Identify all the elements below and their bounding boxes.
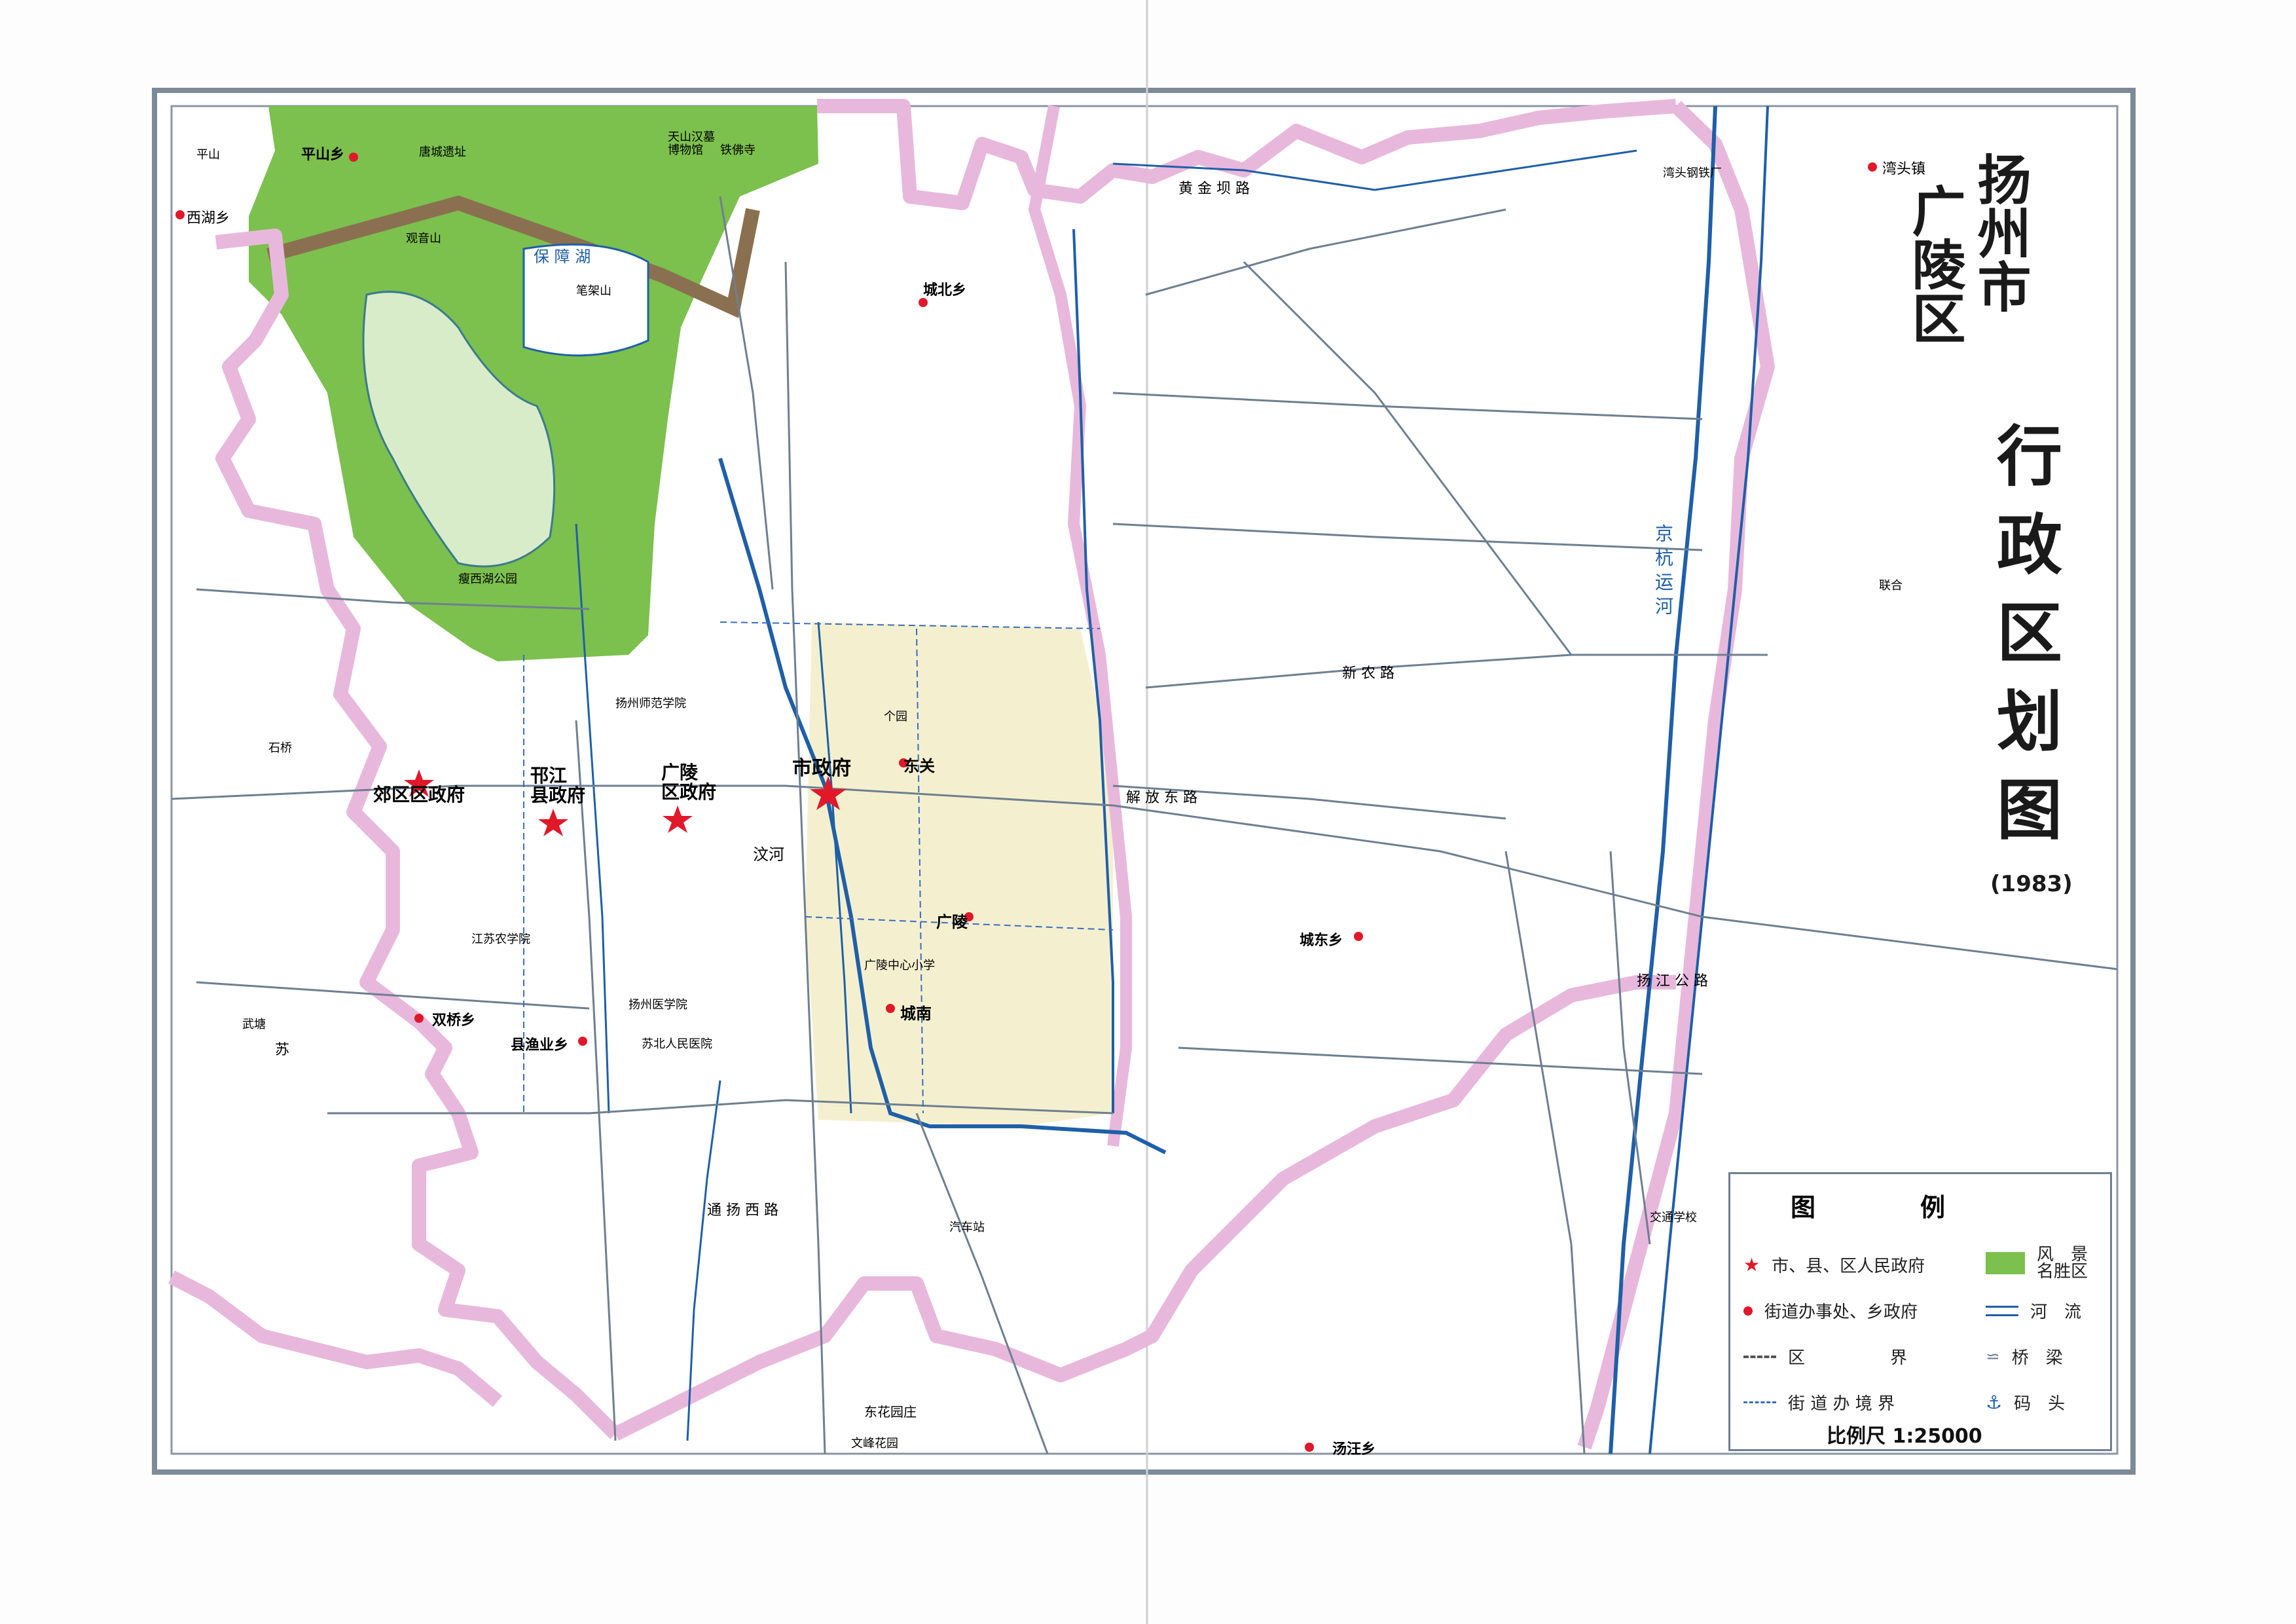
scenic-swatch-icon bbox=[1986, 1252, 2025, 1274]
label-guanyin: 观音山 bbox=[406, 232, 441, 246]
scale-text: 比例尺 1:25000 bbox=[1827, 1425, 1982, 1448]
legend-gov: ★ 市、县、区人民政府 bbox=[1743, 1253, 1925, 1277]
label-wenfeng: 文峰花园 bbox=[851, 1437, 898, 1450]
label-bus-station: 汽车站 bbox=[949, 1221, 985, 1234]
title-char-4: 划 bbox=[1997, 684, 2062, 760]
title-year: (1983) bbox=[1990, 871, 2073, 897]
legend-district: 区 界 bbox=[1743, 1344, 1907, 1369]
wantou-dot bbox=[1868, 162, 1877, 172]
label-guangling-mid: 广陵中心小学 bbox=[864, 959, 935, 972]
label-city-gov: 市政府 bbox=[792, 757, 851, 780]
chengbei-dot bbox=[919, 298, 928, 307]
label-xinnong-road: 新 农 路 bbox=[1342, 665, 1394, 682]
street-line-icon bbox=[1743, 1401, 1776, 1403]
label-guangling-gov: 广陵 区政府 bbox=[661, 762, 717, 803]
legend: 图例 ★ 市、县、区人民政府 街道办事处、乡政府 区 界 街 道 办 境 界 风… bbox=[1728, 1172, 2112, 1451]
label-pingshan: 平山乡 bbox=[301, 147, 345, 163]
bridge-icon: ⋍ bbox=[1986, 1346, 2000, 1367]
label-yangjiang-road: 扬 江 公 路 bbox=[1637, 973, 1708, 989]
legend-pier-label: 码 头 bbox=[2014, 1394, 2066, 1414]
title-main: 行 政 区 划 图 bbox=[1990, 413, 2069, 855]
dot-icon bbox=[1743, 1306, 1753, 1316]
label-su: 苏 bbox=[275, 1042, 290, 1058]
label-hanjiang-gov: 邗江 县政府 bbox=[530, 765, 586, 806]
label-bijia-shan: 笔架山 bbox=[576, 284, 611, 298]
title-district: 广陵区 bbox=[1903, 183, 1965, 344]
district-line-icon bbox=[1743, 1355, 1776, 1358]
label-jiefang-road: 解 放 东 路 bbox=[1126, 790, 1197, 806]
label-ge-yuan: 个园 bbox=[884, 710, 907, 724]
label-shuangqiao: 双桥乡 bbox=[432, 1012, 476, 1029]
title-city: 扬州市 bbox=[1968, 152, 2030, 313]
label-dongguan: 东关 bbox=[903, 757, 935, 775]
legend-street-label: 街 道 办 境 界 bbox=[1788, 1394, 1895, 1414]
label-baozhang-lake: 保 障 湖 bbox=[534, 248, 591, 266]
legend-scenic: 风 景 名胜区 bbox=[1986, 1246, 2088, 1280]
star-icon: ★ bbox=[1743, 1254, 1760, 1276]
label-shouxi-park: 瘦西湖公园 bbox=[458, 572, 517, 586]
label-lianhe: 联合 bbox=[1879, 579, 1903, 593]
label-tangcheng: 唐城遗址 bbox=[419, 145, 466, 159]
xianyuye-dot bbox=[578, 1037, 587, 1046]
label-jiaoqu-gov: 郊区区政府 bbox=[373, 784, 465, 805]
label-jiangsu-agri: 江苏农学院 bbox=[471, 932, 530, 946]
label-medical-college: 扬州医学院 bbox=[629, 998, 687, 1012]
legend-title: 图例 bbox=[1790, 1193, 2050, 1222]
shuangqiao-dot bbox=[414, 1014, 424, 1023]
label-chengbei: 城北乡 bbox=[923, 282, 967, 299]
label-jiaotong-school: 交通学校 bbox=[1650, 1211, 1697, 1225]
label-dong-huayuan: 东花园庄 bbox=[864, 1404, 917, 1420]
legend-office: 街道办事处、乡政府 bbox=[1743, 1299, 1918, 1323]
title-char-3: 区 bbox=[1997, 595, 2062, 672]
label-wantou-steel: 湾头钢铁厂 bbox=[1663, 166, 1722, 180]
legend-office-label: 街道办事处、乡政府 bbox=[1764, 1302, 1918, 1322]
label-tangwang: 汤汪乡 bbox=[1332, 1441, 1376, 1458]
label-guangling-street: 广陵 bbox=[936, 913, 968, 931]
label-shiqiao: 石桥 bbox=[268, 741, 292, 755]
legend-scenic-label: 风 景 名胜区 bbox=[2037, 1245, 2088, 1282]
legend-district-label: 区 界 bbox=[1788, 1348, 1908, 1368]
label-wen-he: 汶河 bbox=[753, 845, 784, 864]
old-city-area bbox=[805, 622, 1113, 1126]
legend-river: 河 流 bbox=[1986, 1299, 2081, 1323]
label-yangzhou-normal: 扬州师范学院 bbox=[615, 697, 686, 710]
tangwang-dot bbox=[1305, 1443, 1314, 1452]
label-renmin-hospital: 苏北人民医院 bbox=[642, 1037, 712, 1051]
label-wantou: 湾头镇 bbox=[1882, 161, 1926, 177]
label-xianyuye: 县渔业乡 bbox=[511, 1037, 569, 1054]
label-tongyang-road: 通 扬 西 路 bbox=[707, 1202, 778, 1219]
legend-pier: ⚓ 码 头 bbox=[1986, 1390, 2065, 1414]
legend-gov-label: 市、县、区人民政府 bbox=[1772, 1257, 1925, 1276]
river-line-icon bbox=[1986, 1305, 2018, 1316]
legend-bridge-label: 桥 梁 bbox=[2011, 1348, 2063, 1368]
title-char-5: 图 bbox=[1997, 772, 2062, 849]
legend-bridge: ⋍ 桥 梁 bbox=[1986, 1344, 2063, 1369]
anchor-icon: ⚓ bbox=[1986, 1392, 2003, 1413]
chengnan-dot bbox=[886, 1004, 895, 1013]
pingshan-dot bbox=[349, 153, 358, 162]
legend-river-label: 河 流 bbox=[2030, 1302, 2082, 1322]
label-chengnan: 城南 bbox=[900, 1005, 932, 1023]
label-pingshan-zhen: 平山 bbox=[196, 148, 220, 162]
title-char-1: 行 bbox=[1997, 418, 2062, 495]
label-grand-canal: 京 杭 运 河 bbox=[1652, 524, 1674, 615]
label-xihu: 西湖乡 bbox=[187, 210, 230, 227]
legend-street: 街 道 办 境 界 bbox=[1743, 1390, 1895, 1414]
label-wutang: 武塘 bbox=[242, 1018, 266, 1031]
label-tianshan: 天山汉墓 博物馆 bbox=[668, 130, 715, 157]
label-chengdong: 城东乡 bbox=[1300, 932, 1343, 949]
title-char-2: 政 bbox=[1997, 507, 2062, 583]
chengdong-dot bbox=[1354, 932, 1363, 941]
label-huangjin-road: 黄 金 坝 路 bbox=[1178, 181, 1250, 197]
xihu-dot bbox=[175, 210, 185, 219]
label-tiefo: 铁佛寺 bbox=[720, 143, 756, 157]
